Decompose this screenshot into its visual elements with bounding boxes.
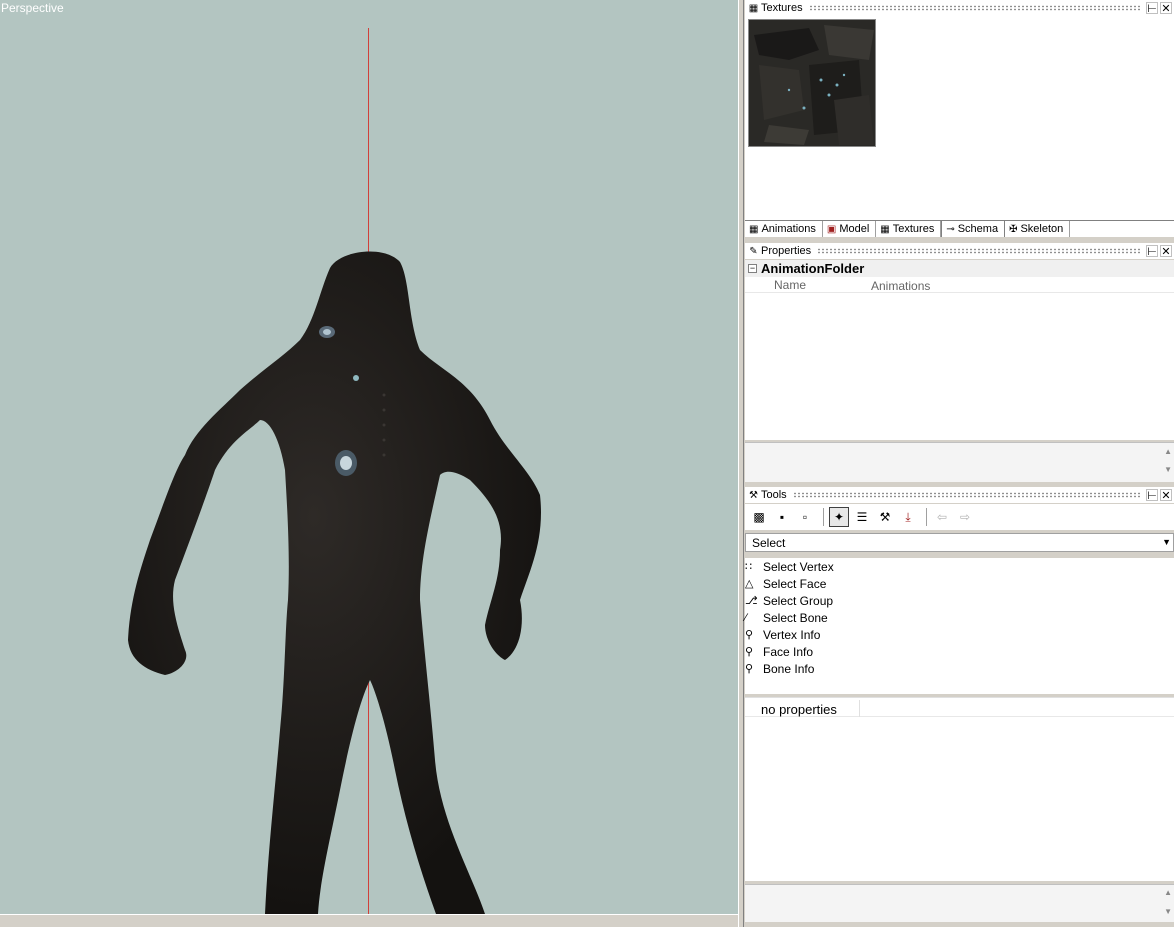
tab-label: Animations — [761, 223, 816, 235]
textures-panel-title-text: Textures — [761, 2, 803, 14]
property-group-header[interactable]: − AnimationFolder — [745, 260, 1174, 277]
tools-icon: ⚒ — [749, 489, 758, 501]
textures-icon: ▦ — [748, 2, 759, 14]
tool-label: Select Bone — [763, 610, 828, 625]
texture-thumbnail[interactable] — [748, 19, 876, 147]
tools-list: ∷ Select Vertex △ Select Face ⎇ Select G… — [745, 558, 1174, 694]
tool-select-bone[interactable]: ∕ Select Bone — [745, 609, 1174, 626]
pin-icon[interactable]: ⊢ — [1146, 2, 1158, 15]
app-window: Perspective ▦ Textures ⊢ ✕ ▦ Animations … — [0, 0, 1174, 927]
no-properties-label: no properties — [761, 702, 837, 717]
tab-label: Schema — [957, 223, 999, 235]
tools-description: ▲ ▼ — [745, 884, 1174, 922]
import-icon[interactable]: ▩ — [749, 507, 769, 527]
tools-toolbar: ▩ ▪ ▫ ✦ ☰ ⚒ ⤓ ⇦ ⇨ — [745, 504, 1174, 530]
tab-textures[interactable]: ▦ Textures — [876, 221, 942, 237]
panel-grip[interactable] — [792, 492, 1140, 498]
properties-description: ▲ ▼ — [745, 442, 1174, 482]
select-face-icon: △ — [745, 578, 754, 590]
column-divider — [859, 700, 860, 717]
vertex-info-icon: ⚲ — [745, 629, 754, 641]
schema-icon: ⊸ — [946, 223, 955, 235]
panel-tabbar: ▦ Animations ▣ Model ▦ Textures ⊸ Schema… — [745, 220, 1174, 237]
tool-label: Bone Info — [763, 661, 815, 676]
tab-label: Skeleton — [1020, 223, 1064, 235]
tool-face-info[interactable]: ⚲ Face Info — [745, 643, 1174, 660]
chevron-down-icon[interactable]: ▼ — [1162, 537, 1171, 547]
panel-grip[interactable] — [817, 248, 1140, 254]
toolbar-separator — [823, 508, 824, 526]
tab-label: Textures — [892, 223, 935, 235]
tools-panel-title: ⚒ Tools ⊢ ✕ — [745, 487, 1174, 503]
animations-icon: ▦ — [749, 223, 759, 235]
perspective-viewport[interactable]: Perspective — [0, 0, 738, 914]
tab-schema[interactable]: ⊸ Schema — [941, 221, 1006, 237]
tool-bone-info[interactable]: ⚲ Bone Info — [745, 660, 1174, 677]
tool-vertex-info[interactable]: ⚲ Vertex Info — [745, 626, 1174, 643]
select-group-icon: ⎇ — [745, 595, 758, 607]
edit-icon[interactable]: ▫ — [795, 507, 815, 527]
panel-grip[interactable] — [808, 5, 1140, 11]
properties-icon: ✎ — [749, 245, 758, 257]
textures-icon: ▦ — [880, 223, 890, 235]
pin-icon[interactable]: ⊢ — [1146, 245, 1158, 258]
tool-category-value: Select — [752, 536, 786, 550]
model-icon: ▣ — [826, 223, 837, 235]
scroll-up-icon[interactable]: ▲ — [1164, 447, 1172, 456]
toolbar-separator — [926, 508, 927, 526]
pin-icon[interactable]: ⊢ — [1146, 489, 1158, 502]
export-icon[interactable]: ▪ — [772, 507, 792, 527]
close-icon[interactable]: ✕ — [1160, 489, 1172, 502]
properties-panel-title-text: Properties — [761, 245, 812, 257]
tool-label: Vertex Info — [763, 627, 821, 642]
tab-model[interactable]: ▣ Model — [823, 221, 877, 237]
property-name: Name — [774, 278, 807, 292]
scroll-up-icon[interactable]: ▲ — [1164, 888, 1172, 897]
textures-panel-body — [745, 16, 1174, 220]
tab-label: Model — [839, 223, 870, 235]
properties-grid: − AnimationFolder Name Animations — [745, 260, 1174, 440]
hammer-icon[interactable]: ⚒ — [875, 507, 895, 527]
collapse-icon[interactable]: − — [748, 264, 757, 273]
scroll-down-icon[interactable]: ▼ — [1164, 465, 1172, 474]
download-icon[interactable]: ⤓ — [898, 507, 918, 527]
tool-label: Select Group — [763, 593, 834, 608]
arrow-left-icon[interactable]: ⇦ — [932, 507, 952, 527]
tool-category-select[interactable]: Select ▼ — [745, 533, 1174, 552]
select-tools-icon[interactable]: ✦ — [829, 507, 849, 527]
close-icon[interactable]: ✕ — [1160, 2, 1172, 15]
tool-select-group[interactable]: ⎇ Select Group — [745, 592, 1174, 609]
property-value[interactable]: Animations — [871, 279, 930, 293]
close-icon[interactable]: ✕ — [1160, 245, 1172, 258]
tool-label: Face Info — [763, 644, 814, 659]
panel-splitter[interactable] — [738, 0, 744, 927]
tool-label: Select Vertex — [763, 559, 834, 574]
scroll-down-icon[interactable]: ▼ — [1164, 907, 1172, 916]
select-vertex-icon: ∷ — [745, 561, 752, 573]
face-info-icon: ⚲ — [745, 646, 754, 658]
status-strip — [745, 922, 1174, 927]
tool-select-vertex[interactable]: ∷ Select Vertex — [745, 558, 1174, 575]
property-row[interactable]: Name Animations — [745, 278, 1174, 293]
tab-skeleton[interactable]: ✠ Skeleton — [1005, 221, 1071, 237]
tool-select-face[interactable]: △ Select Face — [745, 575, 1174, 592]
tools-panel-title-text: Tools — [761, 489, 787, 501]
tool-label: Select Face — [763, 576, 827, 591]
textures-panel-title: ▦ Textures ⊢ ✕ — [745, 0, 1174, 16]
bone-info-icon: ⚲ — [745, 663, 754, 675]
hierarchy-icon[interactable]: ☰ — [852, 507, 872, 527]
character-model[interactable] — [0, 0, 738, 914]
select-bone-icon: ∕ — [745, 611, 747, 624]
tab-animations[interactable]: ▦ Animations — [745, 221, 823, 237]
status-strip — [0, 914, 738, 927]
skeleton-icon: ✠ — [1009, 223, 1018, 235]
arrow-right-icon[interactable]: ⇨ — [955, 507, 975, 527]
tool-properties-grid: no properties — [745, 697, 1174, 881]
property-group-name: AnimationFolder — [761, 261, 865, 276]
property-row: no properties — [745, 700, 1174, 717]
properties-panel-title: ✎ Properties ⊢ ✕ — [745, 243, 1174, 259]
